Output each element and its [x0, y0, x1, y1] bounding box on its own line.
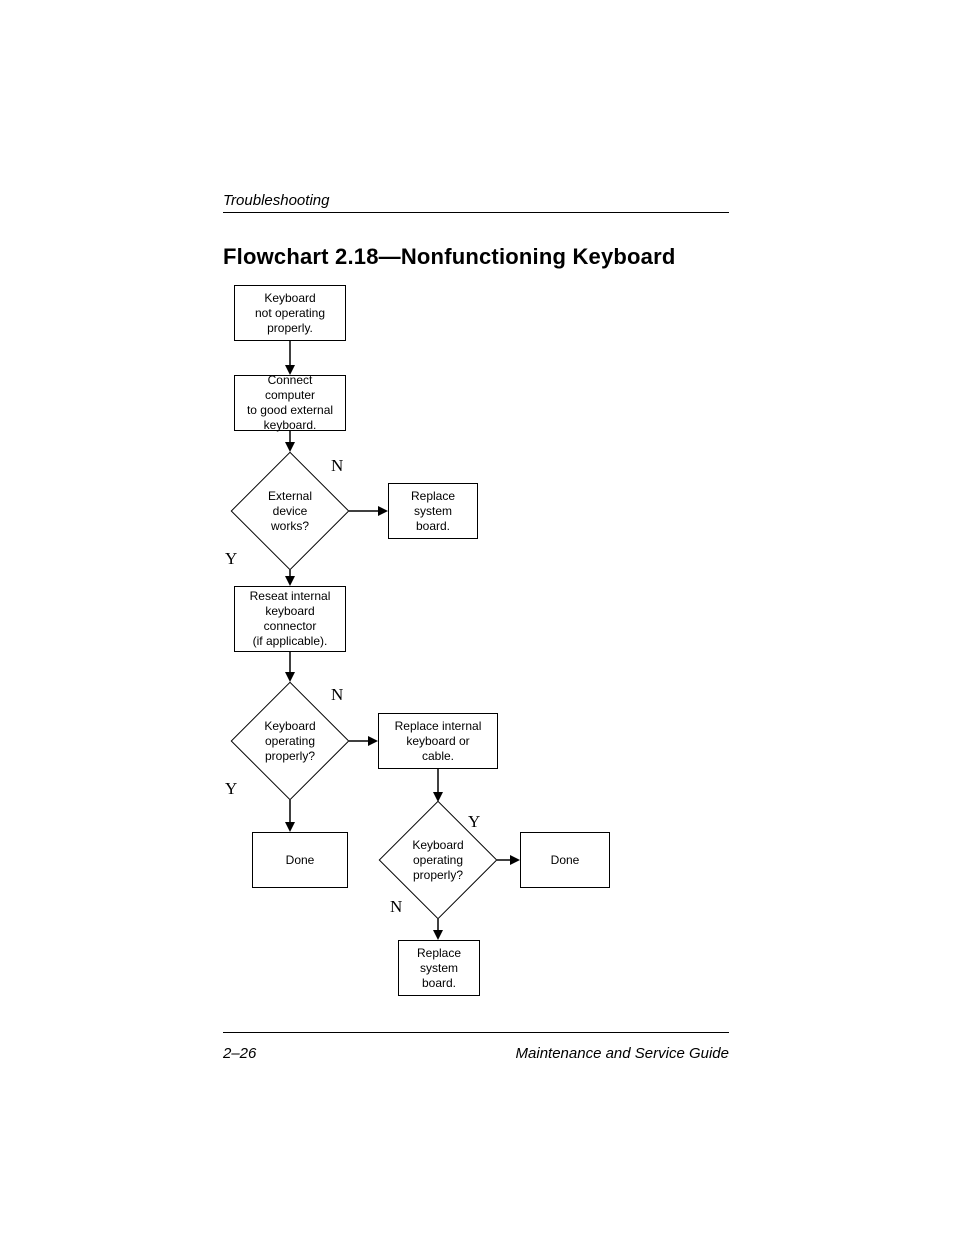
decision-label: Keyboardoperatingproperly?	[248, 699, 332, 783]
edge-label-n: N	[331, 685, 343, 705]
node-done-2: Done	[520, 832, 610, 888]
node-replace-system-board-1: Replacesystemboard.	[388, 483, 478, 539]
edge-label-n: N	[390, 897, 402, 917]
edge-label-y: Y	[225, 779, 237, 799]
footer-rule	[223, 1032, 729, 1033]
node-replace-system-board-2: Replacesystemboard.	[398, 940, 480, 996]
node-replace-keyboard: Replace internalkeyboard orcable.	[378, 713, 498, 769]
decision-external-works: Externaldeviceworks?	[248, 469, 332, 553]
flow-connectors	[0, 0, 954, 1235]
edge-label-y: Y	[468, 812, 480, 832]
footer-guide-title: Maintenance and Service Guide	[516, 1045, 729, 1062]
page: Troubleshooting Flowchart 2.18—Nonfuncti…	[0, 0, 954, 1235]
header-rule	[223, 212, 729, 213]
node-connect-external: Connect computerto good externalkeyboard…	[234, 375, 346, 431]
running-header: Troubleshooting	[223, 192, 329, 209]
node-start: Keyboardnot operatingproperly.	[234, 285, 346, 341]
decision-keyboard-operating-1: Keyboardoperatingproperly?	[248, 699, 332, 783]
node-reseat-connector: Reseat internalkeyboardconnector(if appl…	[234, 586, 346, 652]
page-number: 2–26	[223, 1045, 256, 1062]
node-done-1: Done	[252, 832, 348, 888]
edge-label-n: N	[331, 456, 343, 476]
page-title: Flowchart 2.18—Nonfunctioning Keyboard	[223, 244, 676, 270]
decision-label: Externaldeviceworks?	[248, 469, 332, 553]
edge-label-y: Y	[225, 549, 237, 569]
